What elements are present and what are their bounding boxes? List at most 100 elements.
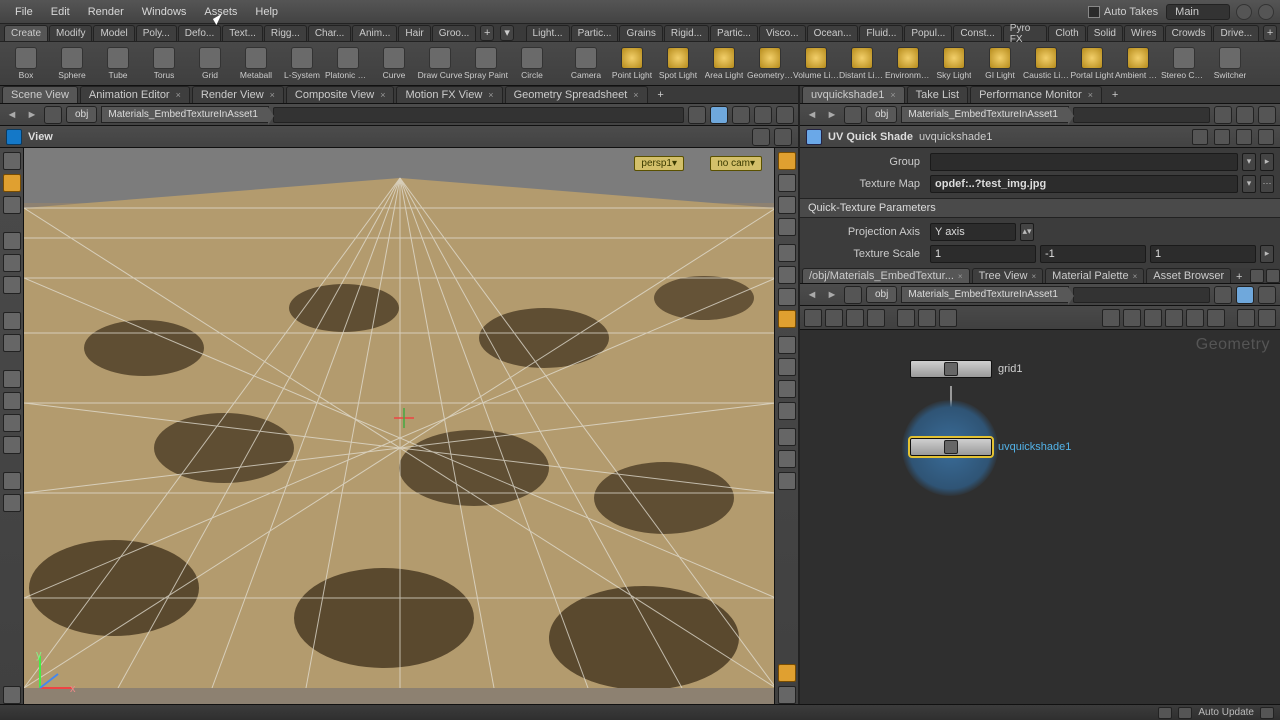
disp-wire[interactable] <box>778 174 796 192</box>
viewport-3d[interactable]: persp1▾ no cam▾ x y <box>24 148 774 704</box>
shelf-gilight[interactable]: GI Light <box>978 44 1022 84</box>
dropdown-icon[interactable]: ▾ <box>1242 153 1256 171</box>
path-field[interactable] <box>1073 287 1210 303</box>
shelf-tab[interactable]: Pyro FX <box>1003 25 1048 41</box>
node-name-field[interactable] <box>919 131 1059 143</box>
pane-tab-geosheet[interactable]: Geometry Spreadsheet× <box>505 86 648 103</box>
path-field[interactable] <box>1073 107 1210 123</box>
shelf-tab[interactable]: Modify <box>49 25 92 41</box>
nav-fwd-icon[interactable]: ► <box>824 287 840 303</box>
nav-back-icon[interactable]: ◄ <box>4 107 20 123</box>
shelf-tab[interactable]: Wires <box>1124 25 1164 41</box>
net-sticky-icon[interactable] <box>918 309 936 327</box>
parm-texscale-x[interactable] <box>930 245 1036 263</box>
net-layout5-icon[interactable] <box>1186 309 1204 327</box>
shelf-tab[interactable]: Grains <box>619 25 662 41</box>
layout-menu-icon[interactable] <box>1236 4 1252 20</box>
pane-tab-perf[interactable]: Performance Monitor× <box>970 86 1102 103</box>
file-chooser-icon[interactable]: ⋯ <box>1260 175 1274 193</box>
path-context[interactable]: obj <box>866 286 897 303</box>
net-group-icon[interactable] <box>939 309 957 327</box>
shelf-switcher[interactable]: Switcher <box>1208 44 1252 84</box>
shelf-tab[interactable]: Drive... <box>1213 25 1259 41</box>
tool-view[interactable] <box>3 152 21 170</box>
parm-subhead[interactable]: Quick-Texture Parameters <box>800 198 1280 218</box>
tool-move[interactable] <box>3 232 21 250</box>
shelf-tab[interactable]: Visco... <box>759 25 806 41</box>
maximize-icon[interactable] <box>1266 269 1280 283</box>
tool-rotate[interactable] <box>3 254 21 272</box>
pane-tab-sceneview[interactable]: Scene View <box>2 86 78 103</box>
tool-snap2[interactable] <box>3 392 21 410</box>
menu-file[interactable]: File <box>6 2 42 22</box>
shelf-tab[interactable]: Light... <box>526 25 570 41</box>
path-context[interactable]: obj <box>866 106 897 123</box>
disp-normals[interactable] <box>778 266 796 284</box>
tool-brush[interactable] <box>3 472 21 490</box>
close-icon[interactable]: × <box>1133 272 1138 281</box>
net-search-icon[interactable] <box>1237 309 1255 327</box>
shelf-distlight[interactable]: Distant Light <box>840 44 884 84</box>
net-tab-tree[interactable]: Tree View× <box>972 268 1044 283</box>
status-menu-icon[interactable] <box>1260 707 1274 719</box>
shelf-tab[interactable]: Cloth <box>1048 25 1085 41</box>
nav-fwd-icon[interactable]: ► <box>24 107 40 123</box>
disp-x4[interactable] <box>778 402 796 420</box>
path-node[interactable]: Materials_EmbedTextureInAsset1 <box>901 106 1069 123</box>
tool-select[interactable] <box>3 174 21 192</box>
disp-x1[interactable] <box>778 336 796 354</box>
shelf-portallight[interactable]: Portal Light <box>1070 44 1114 84</box>
tool-pose[interactable] <box>3 312 21 330</box>
net-opts-icon[interactable] <box>1258 309 1276 327</box>
net-layout2-icon[interactable] <box>1123 309 1141 327</box>
close-icon[interactable]: × <box>488 90 493 100</box>
shelf-tab[interactable]: Ocean... <box>807 25 859 41</box>
shelf-pointlight[interactable]: Point Light <box>610 44 654 84</box>
view-icon[interactable] <box>6 129 22 145</box>
menu-edit[interactable]: Edit <box>42 2 79 22</box>
shelf-more-icon[interactable]: ▾ <box>500 25 514 41</box>
shelf-stereocam[interactable]: Stereo Cam... <box>1162 44 1206 84</box>
auto-update-label[interactable]: Auto Update <box>1198 707 1254 718</box>
shelf-platonic[interactable]: Platonic Sol... <box>326 44 370 84</box>
node-uvquickshade1[interactable]: uvquickshade1 <box>910 438 1071 456</box>
shelf-tab[interactable]: Rigid... <box>664 25 709 41</box>
disp-abc[interactable] <box>778 472 796 490</box>
network-view[interactable]: Geometry grid1 uvquickshade1 <box>800 330 1280 704</box>
link-icon[interactable] <box>1236 106 1254 124</box>
close-icon[interactable]: × <box>176 90 181 100</box>
link-icon[interactable] <box>710 106 728 124</box>
shelf-add-icon[interactable]: + <box>480 25 494 41</box>
maximize-icon[interactable] <box>776 106 794 124</box>
close-icon[interactable]: × <box>270 90 275 100</box>
viewport-help-icon[interactable] <box>774 128 792 146</box>
tool-scale[interactable] <box>3 276 21 294</box>
path-node[interactable]: Materials_EmbedTextureInAsset1 <box>901 286 1069 303</box>
disp-mat[interactable] <box>778 310 796 328</box>
nav-fwd-icon[interactable]: ► <box>824 107 840 123</box>
close-icon[interactable]: × <box>1032 272 1037 281</box>
shelf-camera[interactable]: Camera <box>564 44 608 84</box>
stepper-icon[interactable]: ▴▾ <box>1020 223 1034 241</box>
shelf-tab[interactable]: Fluid... <box>859 25 903 41</box>
info-icon[interactable] <box>1236 129 1252 145</box>
menu-assets[interactable]: Assets <box>195 2 246 22</box>
tool-axis-icon[interactable] <box>3 686 21 704</box>
shelf-sphere[interactable]: Sphere <box>50 44 94 84</box>
shelf-grid[interactable]: Grid <box>188 44 232 84</box>
disp-nums[interactable] <box>778 288 796 306</box>
tool-snap4[interactable] <box>3 436 21 454</box>
more-icon[interactable]: ▸ <box>1260 245 1274 263</box>
tool-snap[interactable] <box>3 370 21 388</box>
shelf-drawcurve[interactable]: Draw Curve <box>418 44 462 84</box>
shelf-tab[interactable]: Poly... <box>136 25 177 41</box>
shelf-arealight[interactable]: Area Light <box>702 44 746 84</box>
shelf-spotlight[interactable]: Spot Light <box>656 44 700 84</box>
close-icon[interactable]: × <box>633 90 638 100</box>
shelf-geolight[interactable]: Geometry L... <box>748 44 792 84</box>
render-icon[interactable] <box>732 106 750 124</box>
disp-x3[interactable] <box>778 380 796 398</box>
disp-x5[interactable] <box>778 428 796 446</box>
node-grid1[interactable]: grid1 <box>910 360 1022 378</box>
net-list2-icon[interactable] <box>825 309 843 327</box>
